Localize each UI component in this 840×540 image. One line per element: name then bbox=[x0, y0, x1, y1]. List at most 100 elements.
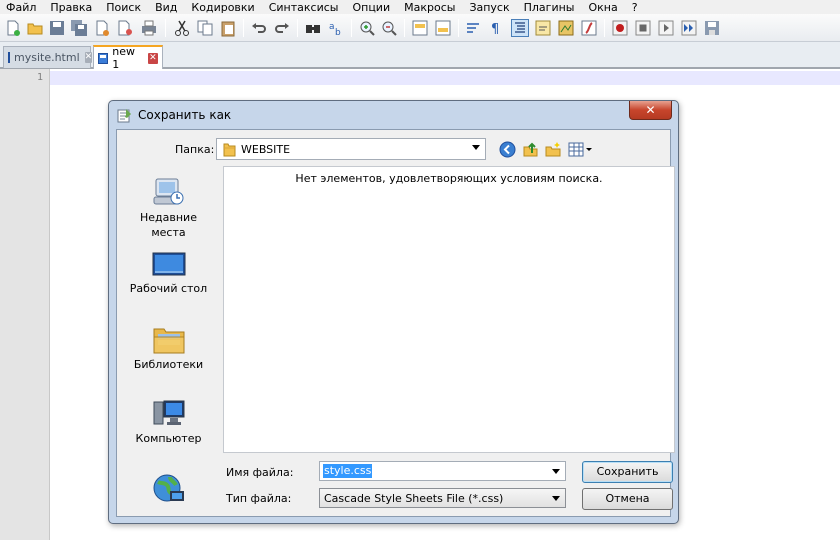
stop-record-icon[interactable] bbox=[634, 19, 652, 37]
sync-vertical-icon[interactable] bbox=[411, 19, 429, 37]
recent-places-icon bbox=[153, 178, 183, 205]
place-libraries[interactable]: Библиотеки bbox=[119, 323, 218, 372]
menu-view[interactable]: Вид bbox=[155, 1, 177, 14]
places-bar: Недавние места Рабочий стол Библиотеки К… bbox=[119, 166, 218, 512]
menu-run[interactable]: Запуск bbox=[469, 1, 509, 14]
close-tab-icon[interactable]: ✕ bbox=[147, 52, 158, 64]
record-macro-icon[interactable] bbox=[611, 19, 629, 37]
svg-text:b: b bbox=[335, 28, 341, 37]
libraries-icon bbox=[153, 328, 184, 354]
place-desktop[interactable]: Рабочий стол bbox=[119, 251, 218, 296]
redo-icon[interactable] bbox=[273, 19, 291, 37]
place-label: Библиотеки bbox=[133, 358, 204, 371]
menu-plugins[interactable]: Плагины bbox=[524, 1, 575, 14]
new-folder-icon[interactable] bbox=[545, 141, 562, 158]
dialog-title: Сохранить как bbox=[138, 108, 232, 122]
close-all-icon[interactable] bbox=[116, 19, 134, 37]
menu-encoding[interactable]: Кодировки bbox=[191, 1, 254, 14]
network-icon bbox=[153, 474, 184, 502]
zoom-out-icon[interactable] bbox=[380, 19, 398, 37]
print-icon[interactable] bbox=[140, 19, 158, 37]
undo-icon[interactable] bbox=[250, 19, 268, 37]
menu-file[interactable]: Файл bbox=[6, 1, 36, 14]
menu-bar: Файл Правка Поиск Вид Кодировки Синтакси… bbox=[0, 0, 840, 14]
save-button[interactable]: Сохранить bbox=[582, 461, 673, 483]
open-file-icon[interactable] bbox=[26, 19, 44, 37]
tab-bar: mysite.html ✕ new 1 ✕ bbox=[0, 42, 840, 71]
play-macro-icon[interactable] bbox=[657, 19, 675, 37]
chevron-down-icon[interactable] bbox=[552, 469, 560, 474]
save-macro-icon[interactable] bbox=[703, 19, 721, 37]
place-network[interactable] bbox=[119, 473, 218, 507]
save-all-icon[interactable] bbox=[70, 19, 88, 37]
toolbar-separator bbox=[351, 19, 352, 37]
menu-help[interactable]: ? bbox=[632, 1, 638, 14]
svg-text:¶: ¶ bbox=[491, 22, 499, 37]
toolbar-separator bbox=[297, 19, 298, 37]
toolbar-separator bbox=[604, 19, 605, 37]
close-icon[interactable] bbox=[93, 19, 111, 37]
indent-guide-icon[interactable] bbox=[511, 19, 529, 37]
function-list-icon[interactable] bbox=[580, 19, 598, 37]
tab-label: mysite.html bbox=[14, 51, 80, 64]
toolbar-separator bbox=[458, 19, 459, 37]
close-tab-icon[interactable]: ✕ bbox=[84, 52, 93, 63]
zoom-in-icon[interactable] bbox=[358, 19, 376, 37]
toolbar-separator bbox=[243, 19, 244, 37]
svg-text:a: a bbox=[329, 22, 335, 32]
desktop-icon bbox=[152, 252, 185, 276]
cut-icon[interactable] bbox=[173, 19, 191, 37]
filetype-value: Cascade Style Sheets File (*.css) bbox=[324, 491, 504, 505]
folder-select[interactable]: WEBSITE bbox=[216, 138, 486, 160]
word-wrap-icon[interactable] bbox=[465, 19, 483, 37]
menu-language[interactable]: Синтаксисы bbox=[269, 1, 339, 14]
line-number: 1 bbox=[36, 72, 43, 83]
copy-icon[interactable] bbox=[196, 19, 214, 37]
menu-window[interactable]: Окна bbox=[588, 1, 617, 14]
toolbar-separator bbox=[165, 19, 166, 37]
computer-icon bbox=[153, 400, 184, 425]
place-label: Рабочий стол bbox=[129, 282, 208, 295]
filetype-select[interactable]: Cascade Style Sheets File (*.css) bbox=[319, 488, 566, 508]
dialog-body: Папка: WEBSITE Недавние места Рабочий ст… bbox=[116, 129, 675, 517]
notepad-icon bbox=[117, 109, 131, 123]
replace-icon[interactable]: ab bbox=[327, 19, 345, 37]
user-language-icon[interactable] bbox=[534, 19, 552, 37]
line-number-gutter: 1 bbox=[0, 69, 50, 540]
view-menu-icon[interactable] bbox=[568, 141, 594, 158]
filename-value: style.css bbox=[323, 464, 373, 478]
dialog-titlebar[interactable]: Сохранить как ✕ bbox=[109, 101, 678, 129]
paste-icon[interactable] bbox=[219, 19, 237, 37]
menu-search[interactable]: Поиск bbox=[106, 1, 141, 14]
show-all-chars-icon[interactable]: ¶ bbox=[487, 19, 505, 37]
doc-map-icon[interactable] bbox=[557, 19, 575, 37]
empty-list-message: Нет элементов, удовлетворяющих условиям … bbox=[295, 172, 603, 185]
up-folder-icon[interactable] bbox=[522, 141, 539, 158]
cancel-button[interactable]: Отмена bbox=[582, 488, 673, 510]
run-macro-multiple-icon[interactable] bbox=[680, 19, 698, 37]
new-file-icon[interactable] bbox=[4, 19, 22, 37]
place-label: Недавние места bbox=[140, 211, 197, 239]
file-icon bbox=[8, 52, 10, 63]
file-icon bbox=[98, 52, 109, 64]
filename-input[interactable]: style.css bbox=[319, 461, 566, 481]
filename-label: Имя файла: bbox=[226, 466, 294, 479]
current-line-highlight bbox=[50, 71, 840, 85]
sync-horizontal-icon[interactable] bbox=[434, 19, 452, 37]
menu-edit[interactable]: Правка bbox=[50, 1, 92, 14]
dialog-close-button[interactable]: ✕ bbox=[629, 101, 672, 120]
place-recent[interactable]: Недавние места bbox=[119, 176, 218, 240]
save-icon[interactable] bbox=[48, 19, 66, 37]
file-list[interactable]: Нет элементов, удовлетворяющих условиям … bbox=[223, 166, 675, 453]
tab-mysite-html[interactable]: mysite.html ✕ bbox=[3, 46, 93, 68]
toolbar: ab ¶ bbox=[0, 14, 840, 42]
tab-new-1[interactable]: new 1 ✕ bbox=[93, 45, 163, 71]
find-icon[interactable] bbox=[304, 19, 322, 37]
menu-macro[interactable]: Макросы bbox=[404, 1, 455, 14]
menu-settings[interactable]: Опции bbox=[352, 1, 390, 14]
folder-icon bbox=[223, 143, 236, 156]
place-computer[interactable]: Компьютер bbox=[119, 399, 218, 446]
back-icon[interactable] bbox=[499, 141, 516, 158]
filetype-label: Тип файла: bbox=[226, 492, 292, 505]
chevron-down-icon bbox=[552, 496, 560, 501]
